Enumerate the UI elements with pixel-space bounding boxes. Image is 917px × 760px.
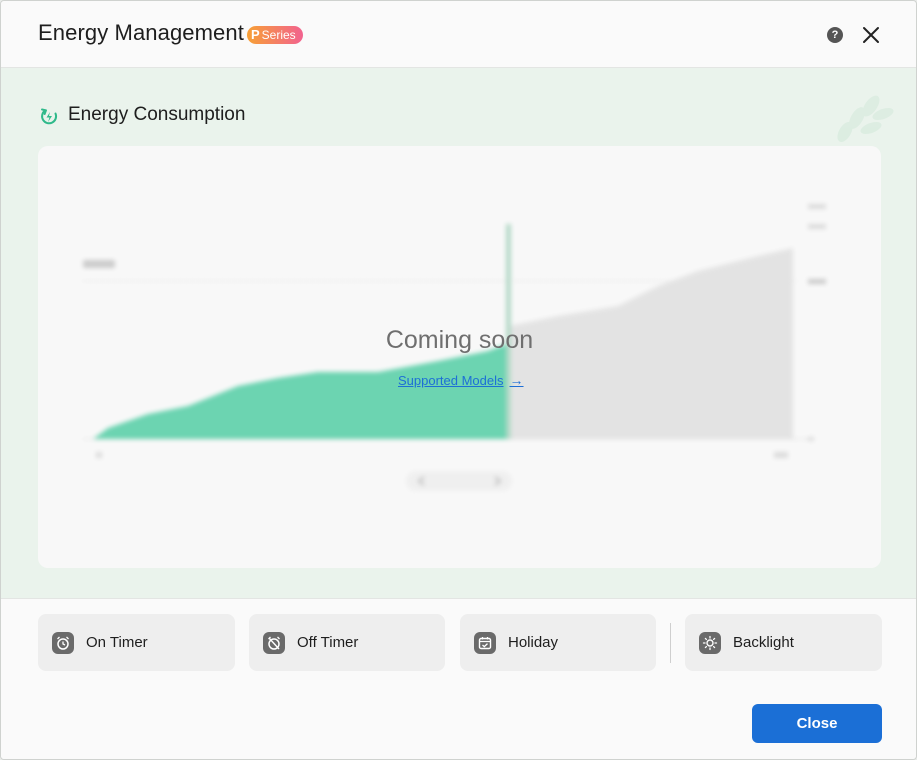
off-timer-button[interactable]: Off Timer bbox=[249, 614, 445, 671]
backlight-label: Backlight bbox=[733, 634, 794, 651]
dialog-footer: On Timer Off Timer Holiday Backlight Clo… bbox=[1, 598, 916, 759]
section-title: Energy Consumption bbox=[68, 104, 246, 125]
help-icon[interactable]: ? bbox=[827, 27, 843, 43]
badge-text: Series bbox=[261, 28, 296, 42]
dialog-header: Energy Management P Series ? bbox=[1, 1, 916, 68]
on-timer-label: On Timer bbox=[86, 634, 148, 651]
chart-overlay bbox=[38, 146, 881, 568]
energy-chart-card: Coming soon Supported Models → bbox=[38, 146, 881, 568]
badge-letter: P bbox=[251, 27, 260, 42]
supported-models-link[interactable]: Supported Models → bbox=[398, 372, 524, 388]
arrow-right-icon: → bbox=[509, 372, 524, 388]
on-timer-button[interactable]: On Timer bbox=[38, 614, 235, 671]
calendar-check-icon bbox=[474, 631, 496, 654]
p-series-badge: P Series bbox=[247, 26, 303, 44]
coming-soon-text: Coming soon bbox=[385, 326, 534, 354]
holiday-button[interactable]: Holiday bbox=[460, 614, 656, 671]
dialog-title: Energy Management bbox=[38, 20, 244, 45]
off-timer-label: Off Timer bbox=[297, 634, 359, 651]
feature-divider bbox=[670, 623, 671, 663]
alarm-clock-icon bbox=[52, 631, 74, 654]
backlight-button[interactable]: Backlight bbox=[685, 614, 882, 671]
supported-models-label: Supported Models bbox=[398, 372, 504, 388]
close-button[interactable]: Close bbox=[752, 704, 882, 743]
energy-cycle-icon bbox=[41, 108, 58, 125]
leaf-decoration-icon bbox=[837, 95, 894, 142]
alarm-off-icon bbox=[263, 631, 285, 654]
close-icon[interactable] bbox=[859, 23, 883, 47]
sun-brightness-icon bbox=[699, 631, 721, 654]
energy-management-dialog: Energy Management P Series ? Energy Cons… bbox=[0, 0, 917, 760]
holiday-label: Holiday bbox=[508, 634, 559, 651]
dialog-body: Energy Consumption Coming soon Supported… bbox=[1, 68, 916, 598]
